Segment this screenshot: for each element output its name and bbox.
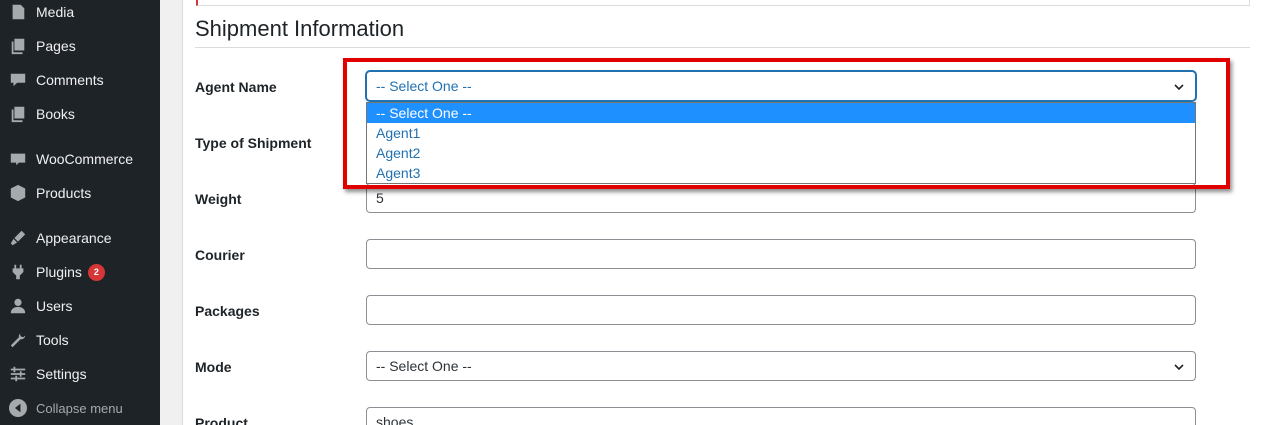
agent-name-label: Agent Name: [195, 79, 277, 95]
appearance-icon: [8, 228, 28, 248]
agent-name-value: -- Select One --: [376, 78, 472, 94]
sidebar-item-label: Settings: [36, 366, 87, 382]
sidebar-item-label: Products: [36, 185, 92, 201]
sidebar-item-label: Users: [36, 298, 73, 314]
sidebar-item-woocommerce[interactable]: WooCommerce: [0, 142, 160, 176]
product-label: Product: [195, 415, 248, 425]
dropdown-option[interactable]: -- Select One --: [367, 103, 1195, 123]
chevron-down-icon: [1173, 80, 1185, 92]
sidebar-item-appearance[interactable]: Appearance: [0, 221, 160, 255]
sidebar-item-label: Pages: [36, 38, 76, 54]
sidebar-item-label: Appearance: [36, 230, 112, 246]
plugins-icon: [8, 262, 28, 282]
sidebar-item-plugins[interactable]: Plugins 2: [0, 255, 160, 289]
sidebar-item-books[interactable]: Books: [0, 97, 160, 131]
sidebar-item-label: Plugins: [36, 264, 82, 280]
sidebar-item-tools[interactable]: Tools: [0, 323, 160, 357]
dropdown-option[interactable]: Agent2: [367, 143, 1195, 163]
weight-value: 5: [376, 190, 384, 206]
courier-field[interactable]: [366, 239, 1196, 269]
packages-label: Packages: [195, 303, 260, 319]
comments-icon: [8, 70, 28, 90]
sidebar-item-settings[interactable]: Settings: [0, 357, 160, 391]
courier-label: Courier: [195, 247, 245, 263]
packages-field[interactable]: [366, 295, 1196, 325]
sidebar-item-comments[interactable]: Comments: [0, 63, 160, 97]
mode-value: -- Select One --: [376, 358, 472, 374]
tools-icon: [8, 330, 28, 350]
users-icon: [8, 296, 28, 316]
type-of-shipment-label: Type of Shipment: [195, 135, 312, 151]
sidebar-item-label: Comments: [36, 72, 104, 88]
collapse-menu-button[interactable]: Collapse menu: [0, 391, 160, 425]
books-icon: [8, 104, 28, 124]
sidebar-item-label: WooCommerce: [36, 151, 133, 167]
sidebar-item-label: Books: [36, 106, 75, 122]
media-icon: [8, 2, 28, 22]
chevron-down-icon: [1173, 360, 1185, 372]
agent-name-select[interactable]: -- Select One --: [366, 71, 1196, 101]
sidebar-item-media[interactable]: Media: [0, 0, 160, 29]
product-value: shoes: [376, 414, 414, 425]
collapse-menu-label: Collapse menu: [36, 400, 123, 416]
agent-name-dropdown: -- Select One -- Agent1 Agent2 Agent3: [366, 102, 1196, 184]
sidebar-item-label: Media: [36, 4, 75, 20]
product-field[interactable]: shoes: [366, 407, 1196, 425]
products-icon: [8, 183, 28, 203]
previous-section-box: [196, 0, 1250, 6]
collapse-arrow-icon: [9, 399, 27, 417]
mode-label: Mode: [195, 359, 232, 375]
update-count-badge: 2: [87, 263, 105, 281]
woocommerce-icon: [8, 149, 28, 169]
sidebar-item-label: Tools: [36, 332, 69, 348]
title-divider: [195, 47, 1250, 48]
section-title: Shipment Information: [195, 16, 405, 41]
pages-icon: [8, 36, 28, 56]
sidebar-item-users[interactable]: Users: [0, 289, 160, 323]
weight-field[interactable]: 5: [366, 183, 1196, 213]
settings-icon: [8, 364, 28, 384]
weight-label: Weight: [195, 191, 242, 207]
sidebar-item-pages[interactable]: Pages: [0, 29, 160, 63]
mode-select[interactable]: -- Select One --: [366, 351, 1196, 381]
admin-sidebar: Media Pages Comments Books WooCommerce P…: [0, 0, 160, 425]
dropdown-option[interactable]: Agent3: [367, 163, 1195, 183]
dropdown-option[interactable]: Agent1: [367, 123, 1195, 143]
sidebar-item-products[interactable]: Products: [0, 176, 160, 210]
